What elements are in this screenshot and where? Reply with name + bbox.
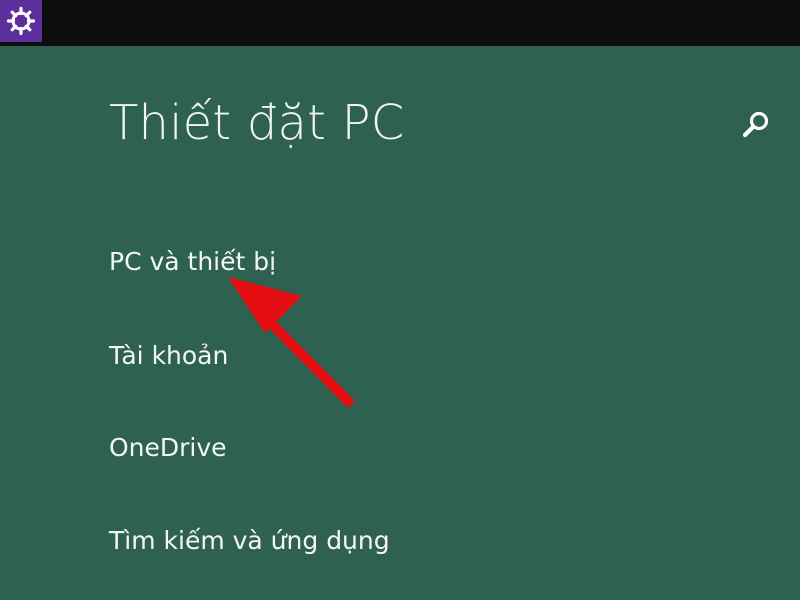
nav-item-pc-and-devices[interactable]: PC và thiết bị bbox=[109, 242, 276, 282]
top-bar bbox=[0, 0, 800, 46]
arrow-shaft bbox=[252, 304, 356, 409]
gear-icon bbox=[6, 6, 36, 36]
page-title: Thiết đặt PC bbox=[109, 95, 405, 151]
nav-item-search-and-apps[interactable]: Tìm kiếm và ứng dụng bbox=[109, 521, 390, 561]
search-button[interactable] bbox=[739, 108, 773, 142]
nav-item-onedrive[interactable]: OneDrive bbox=[109, 428, 227, 468]
red-arrow-annotation bbox=[228, 277, 356, 409]
nav-item-accounts[interactable]: Tài khoản bbox=[109, 336, 228, 376]
arrow-head bbox=[228, 277, 302, 333]
search-icon bbox=[742, 111, 769, 138]
settings-button[interactable] bbox=[0, 0, 42, 42]
